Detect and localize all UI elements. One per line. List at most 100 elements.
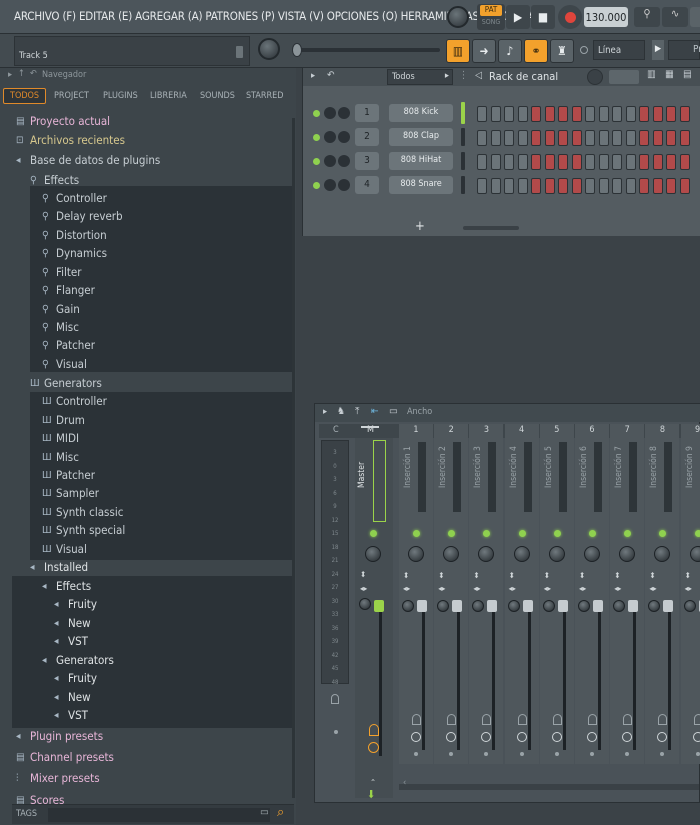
- insert-strip[interactable]: 4 Inserción 4 ⬍ ◂▸: [504, 424, 539, 764]
- step-button[interactable]: [517, 106, 528, 122]
- step-button[interactable]: [558, 130, 568, 146]
- tags-filter-field[interactable]: [48, 808, 270, 822]
- tab-todos[interactable]: TODOS: [3, 88, 47, 104]
- insert-fader[interactable]: [417, 600, 427, 612]
- insert-swap-icon[interactable]: ◂▸: [544, 584, 551, 593]
- step-button[interactable]: [544, 154, 555, 170]
- insert-pan-knob[interactable]: [478, 546, 495, 562]
- channel-number[interactable]: 1: [355, 104, 379, 122]
- step-button[interactable]: [612, 106, 622, 122]
- master-volume-knob[interactable]: [258, 38, 280, 60]
- record-button[interactable]: [558, 5, 582, 29]
- insert-clock-icon[interactable]: [411, 732, 421, 742]
- rack-steps-field[interactable]: [609, 70, 639, 84]
- channel-led[interactable]: [313, 182, 320, 189]
- step-button[interactable]: [612, 154, 622, 170]
- insert-strip[interactable]: 2 Inserción 2 ⬍ ◂▸: [434, 424, 469, 764]
- browser-scrollbar[interactable]: [292, 118, 295, 798]
- master-fx-icon[interactable]: [369, 724, 379, 736]
- tree-item[interactable]: ⚲ Controller: [42, 189, 107, 207]
- insert-stereo-icon[interactable]: ⬍: [544, 571, 550, 580]
- tree-item[interactable]: ◂ Installed: [30, 558, 88, 576]
- step-button[interactable]: [652, 178, 663, 194]
- insert-clock-icon[interactable]: [551, 732, 562, 742]
- channel-select-bar[interactable]: [461, 176, 465, 194]
- mixer-route-icon[interactable]: ⤒: [355, 406, 359, 417]
- step-button[interactable]: [625, 178, 636, 194]
- channel-led[interactable]: [313, 158, 320, 165]
- step-button[interactable]: [585, 154, 595, 170]
- step-button[interactable]: [531, 178, 541, 194]
- insert-led[interactable]: [659, 530, 667, 537]
- channel-pan-knob[interactable]: [324, 107, 336, 119]
- step-button[interactable]: [490, 178, 501, 194]
- insert-led[interactable]: [553, 530, 561, 537]
- insert-sep-knob[interactable]: [507, 600, 520, 612]
- insert-strip[interactable]: 5 Inserción 5 ⬍ ◂▸: [539, 424, 574, 764]
- tree-item[interactable]: ▤ Channel presets: [16, 748, 114, 766]
- insert-fx-icon[interactable]: [623, 714, 633, 725]
- insert-pan-knob[interactable]: [584, 546, 600, 562]
- insert-fader[interactable]: [663, 600, 674, 612]
- insert-strip[interactable]: 1 Inserción 1 ⬍ ◂▸: [399, 424, 433, 764]
- insert-strip[interactable]: 7 Inserción 7 ⬍ ◂▸: [610, 424, 645, 764]
- insert-clock-icon[interactable]: [657, 732, 668, 742]
- step-button[interactable]: [625, 154, 636, 170]
- step-button[interactable]: [639, 154, 649, 170]
- tree-item[interactable]: ◂ New: [54, 688, 91, 706]
- channel-name-button[interactable]: 808 Snare: [389, 176, 453, 194]
- mixer-tool-icon[interactable]: ♞: [337, 406, 345, 417]
- insert-strip[interactable]: 8 Inserción 8 ⬍ ◂▸: [645, 424, 680, 764]
- step-button[interactable]: [490, 130, 501, 146]
- step-button[interactable]: [571, 106, 582, 122]
- step-button[interactable]: [666, 106, 676, 122]
- tree-item[interactable]: ⚲ Patcher: [42, 336, 95, 354]
- insert-led[interactable]: [694, 530, 700, 537]
- step-button[interactable]: [679, 130, 690, 146]
- tree-item[interactable]: ⚲ Delay reverb: [42, 207, 123, 225]
- insert-sep-knob[interactable]: [472, 600, 485, 612]
- insert-swap-icon[interactable]: ◂▸: [685, 584, 692, 593]
- tab-plugins[interactable]: PLUGINS: [103, 91, 138, 101]
- channel-select-bar[interactable]: [461, 152, 465, 170]
- step-button[interactable]: [639, 130, 649, 146]
- insert-led[interactable]: [589, 530, 596, 537]
- tree-item[interactable]: ◂ Fruity: [54, 595, 97, 613]
- channel-pan-knob[interactable]: [324, 179, 336, 191]
- mixer-menu-icon[interactable]: ▸: [323, 407, 327, 417]
- insert-clock-icon[interactable]: [446, 732, 457, 742]
- tab-starred[interactable]: STARRED: [246, 91, 284, 101]
- insert-pan-knob[interactable]: [689, 546, 700, 562]
- browser-back-icon[interactable]: ↶: [30, 69, 37, 79]
- channel-pan-knob[interactable]: [324, 131, 336, 143]
- step-button[interactable]: [652, 130, 663, 146]
- insert-fx-icon[interactable]: [482, 714, 492, 725]
- step-button[interactable]: [652, 154, 663, 170]
- step-button[interactable]: [679, 178, 690, 194]
- channel-name-button[interactable]: 808 Clap: [389, 128, 453, 146]
- tree-item[interactable]: Ш Visual: [42, 540, 87, 558]
- insert-fader[interactable]: [593, 600, 603, 612]
- channel-vol-knob[interactable]: [338, 155, 350, 167]
- step-button[interactable]: [585, 130, 595, 146]
- master-stereo-icon[interactable]: ⬍: [360, 570, 366, 579]
- step-button[interactable]: [639, 106, 649, 122]
- tree-item[interactable]: Ш Drum: [42, 411, 85, 429]
- tree-item[interactable]: Ш MIDI: [42, 429, 79, 447]
- tab-libreria[interactable]: LIBRERIA: [150, 91, 187, 101]
- tempo-display[interactable]: 130.000: [584, 7, 628, 27]
- step-button[interactable]: [679, 154, 690, 170]
- insert-led[interactable]: [413, 530, 420, 537]
- step-button[interactable]: [504, 106, 514, 122]
- master-pitch-slider[interactable]: [292, 48, 440, 52]
- insert-stereo-icon[interactable]: ⬍: [473, 571, 479, 580]
- channel-row[interactable]: 3 808 HiHat: [311, 152, 700, 172]
- insert-stereo-icon[interactable]: ⬍: [403, 571, 409, 580]
- snap-play-button[interactable]: ▶: [652, 40, 664, 60]
- insert-sep-knob[interactable]: [437, 600, 450, 612]
- stop-button[interactable]: ■: [531, 5, 555, 29]
- step-button[interactable]: [544, 178, 555, 194]
- master-clock-icon[interactable]: [368, 742, 379, 753]
- step-button[interactable]: [517, 178, 528, 194]
- insert-stereo-icon[interactable]: ⬍: [685, 571, 691, 580]
